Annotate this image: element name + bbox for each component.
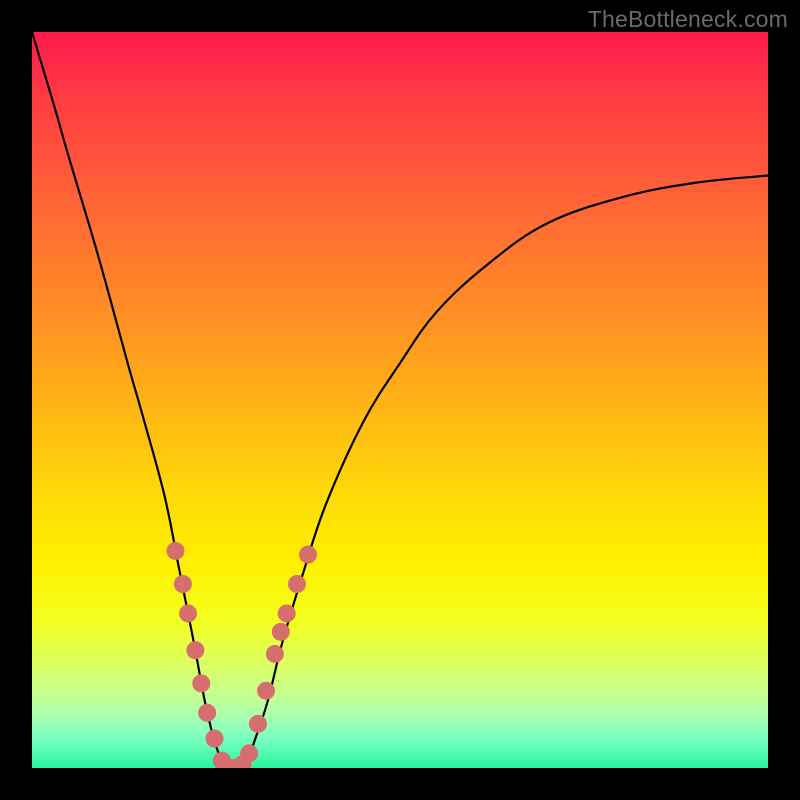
curve-highlight-dots [167,542,317,768]
watermark-text: TheBottleneck.com [588,6,788,33]
marker-dot [272,623,290,641]
marker-dot [167,542,185,560]
marker-dot [266,645,284,663]
marker-dot [299,546,317,564]
marker-dot [249,715,267,733]
marker-dot [257,682,275,700]
marker-dot [198,704,216,722]
marker-dot [240,744,258,762]
chart-svg [32,32,768,768]
marker-dot [174,575,192,593]
marker-dot [288,575,306,593]
marker-dot [192,674,210,692]
bottleneck-curve [32,32,768,768]
marker-dot [278,604,296,622]
marker-dot [179,604,197,622]
chart-frame: TheBottleneck.com [0,0,800,800]
marker-dot [186,641,204,659]
chart-plot-area [32,32,768,768]
marker-dot [206,730,224,748]
